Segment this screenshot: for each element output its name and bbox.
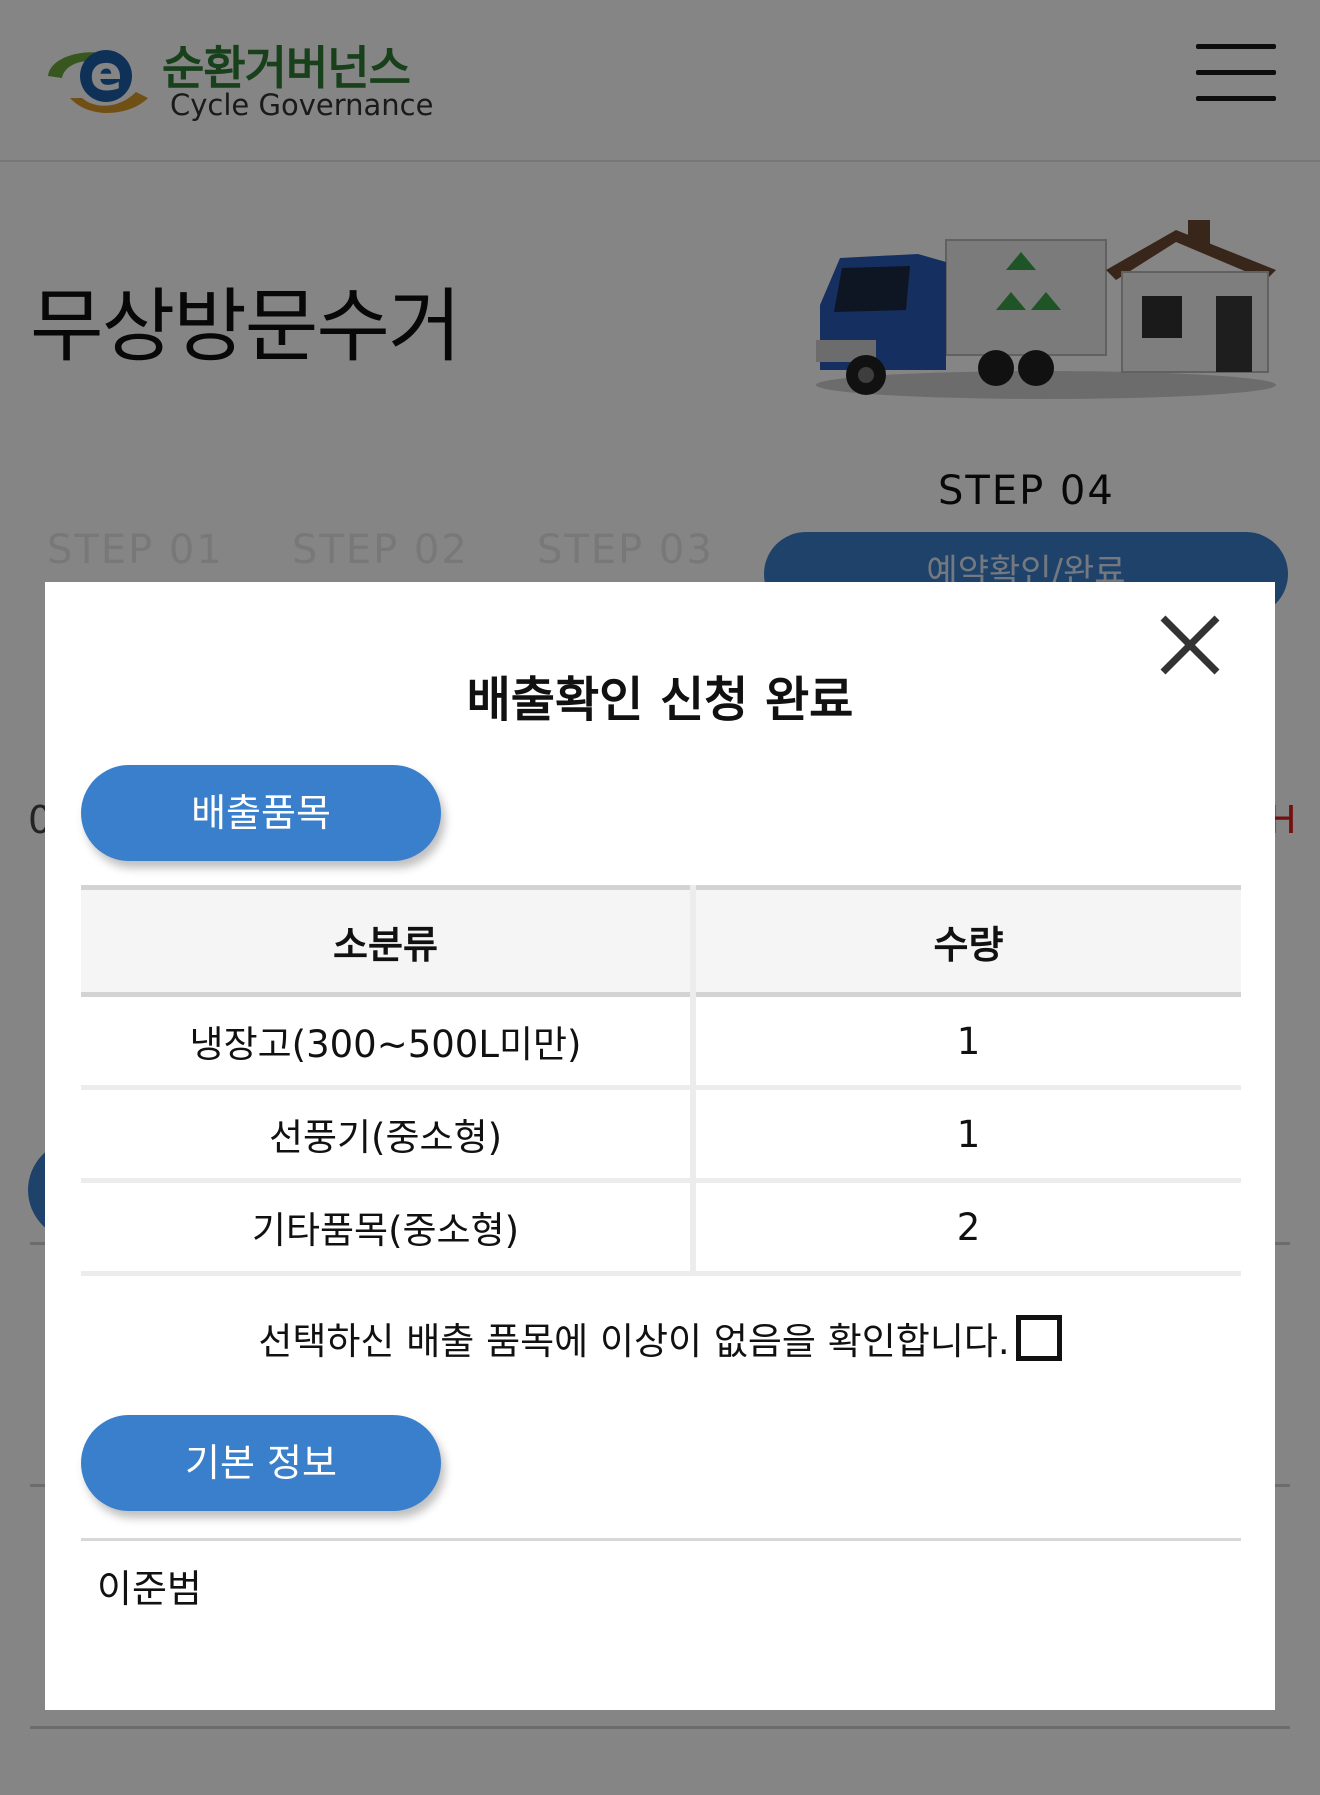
applicant-name: 이준범: [97, 1567, 202, 1611]
basic-info-section-button[interactable]: 기본 정보: [81, 1415, 441, 1511]
items-table: 소분류 수량 냉장고(300~500L미만) 1 선풍기(중소형) 1 기타품목…: [81, 885, 1241, 1276]
column-header-subcategory: 소분류: [81, 885, 696, 997]
emission-confirm-modal: 배출확인 신청 완료 배출품목 소분류 수량 냉장고(300~500L미만) 1…: [45, 582, 1275, 1710]
item-name-cell: 기타품목(중소형): [81, 1180, 696, 1276]
table-row: 냉장고(300~500L미만) 1: [81, 994, 1241, 1090]
confirm-row: 선택하신 배출 품목에 이상이 없음을 확인합니다.: [45, 1310, 1275, 1366]
item-name-cell: 선풍기(중소형): [81, 1087, 696, 1183]
modal-title: 배출확인 신청 완료: [466, 672, 854, 728]
item-name-cell: 냉장고(300~500L미만): [81, 994, 696, 1090]
table-row: 선풍기(중소형) 1: [81, 1087, 1241, 1183]
table-row: 기타품목(중소형) 2: [81, 1180, 1241, 1276]
column-header-quantity: 수량: [693, 885, 1241, 997]
item-quantity-cell: 1: [693, 1087, 1241, 1183]
items-section-button[interactable]: 배출품목: [81, 765, 441, 861]
item-quantity-cell: 2: [693, 1180, 1241, 1276]
confirm-text: 선택하신 배출 품목에 이상이 없음을 확인합니다.: [258, 1320, 1010, 1363]
divider: [81, 1538, 1241, 1541]
table-header-row: 소분류 수량: [81, 885, 1241, 997]
confirm-checkbox[interactable]: [1015, 1315, 1062, 1361]
item-quantity-cell: 1: [693, 994, 1241, 1090]
